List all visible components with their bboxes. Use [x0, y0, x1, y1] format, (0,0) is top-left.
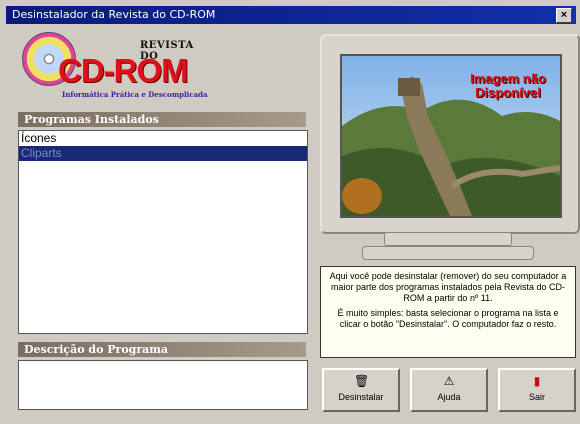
help-icon: ⚠	[443, 374, 455, 388]
info-paragraph-2: É muito simples: basta selecionar o prog…	[337, 308, 559, 329]
help-label: Ajuda	[437, 392, 461, 402]
preview-monitor: Imagem não Disponível	[320, 34, 580, 234]
list-item[interactable]: Ícones	[19, 131, 307, 146]
list-item-selected[interactable]: Cliparts	[19, 146, 307, 161]
title-bar[interactable]: Desinstalador da Revista do CD-ROM ×	[6, 6, 576, 24]
close-button[interactable]: ×	[556, 8, 572, 23]
description-text	[19, 361, 307, 376]
magazine-logo: REVISTA DO CD-ROM Informática Prática e …	[22, 30, 208, 100]
info-paragraph-1: Aqui você pode desinstalar (remover) do …	[329, 271, 567, 303]
description-box	[18, 360, 308, 410]
exit-label: Sair	[528, 392, 545, 402]
uninstaller-window: Desinstalador da Revista do CD-ROM × REV…	[0, 0, 580, 424]
programs-header: Programas Instalados	[18, 112, 306, 127]
window-title: Desinstalador da Revista do CD-ROM	[12, 8, 216, 21]
exit-button[interactable]: ▮ Sair	[498, 368, 576, 412]
logo-brand-text: CD-ROM	[58, 52, 189, 89]
monitor-base	[362, 246, 534, 260]
uninstall-label: Desinstalar	[338, 392, 384, 402]
monitor-neck	[384, 232, 512, 246]
image-unavailable-text: Imagem não Disponível	[470, 71, 546, 100]
trash-icon: 🗑	[354, 374, 370, 388]
help-button[interactable]: ⚠ Ajuda	[410, 368, 488, 412]
uninstall-button[interactable]: 🗑 Desinstalar	[322, 368, 400, 412]
preview-image: Imagem não Disponível	[340, 54, 562, 218]
logo-tagline: Informática Prática e Descomplicada	[62, 90, 208, 99]
description-header: Descrição do Programa	[18, 342, 306, 357]
programs-list[interactable]: Ícones Cliparts	[18, 130, 308, 334]
info-panel: Aqui você pode desinstalar (remover) do …	[320, 266, 576, 358]
exit-door-icon: ▮	[533, 374, 541, 388]
